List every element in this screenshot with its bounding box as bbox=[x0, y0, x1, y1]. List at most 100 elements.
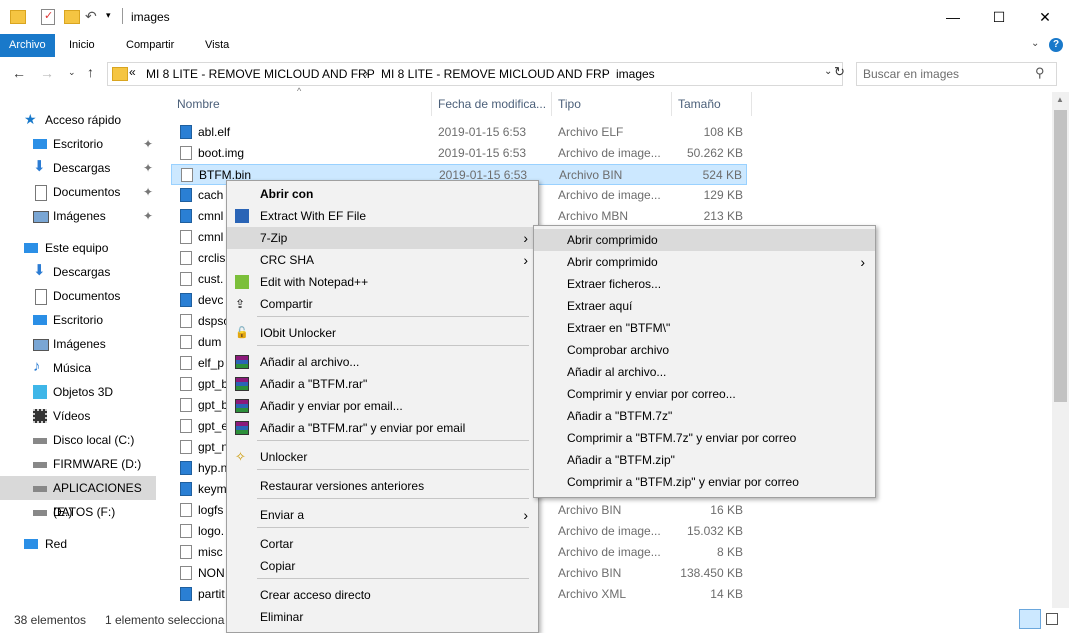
menu-item-cut[interactable]: Cortar bbox=[227, 533, 538, 555]
nav-item-documents[interactable]: Documentos ✦ bbox=[0, 180, 160, 204]
file-date: 2019-01-15 6:53 bbox=[438, 125, 527, 139]
nav-item-downloads[interactable]: ⬇ Descargas ✦ bbox=[0, 156, 160, 180]
menu-item-share[interactable]: ⇪ Compartir bbox=[227, 293, 538, 315]
tab-compartir[interactable]: Compartir bbox=[117, 34, 183, 57]
column-separator[interactable] bbox=[751, 92, 752, 116]
menu-item-send-to[interactable]: Enviar a › bbox=[227, 504, 538, 526]
menu-item-copy[interactable]: Copiar bbox=[227, 555, 538, 577]
refresh-icon[interactable]: ↻ bbox=[834, 64, 845, 80]
nav-item-3d-objects[interactable]: Objetos 3D bbox=[0, 380, 160, 404]
minimize-button[interactable]: — bbox=[930, 0, 976, 34]
nav-item-music[interactable]: ♪ Música bbox=[0, 356, 160, 380]
submenu-item[interactable]: Comprimir a "BTFM.zip" y enviar por corr… bbox=[534, 471, 875, 493]
file-row[interactable]: boot.img 2019-01-15 6:53 Archivo de image.… bbox=[171, 143, 747, 164]
submenu-item[interactable]: Abrir comprimido bbox=[534, 229, 875, 251]
back-icon[interactable]: ← bbox=[12, 65, 26, 81]
breadcrumb-item[interactable]: images bbox=[616, 67, 655, 81]
undo-icon[interactable]: ↶ bbox=[85, 8, 97, 25]
expand-ribbon-icon[interactable]: ⌄ bbox=[1031, 38, 1039, 49]
submenu-item[interactable]: Añadir a "BTFM.7z" bbox=[534, 405, 875, 427]
menu-item-delete[interactable]: Eliminar bbox=[227, 606, 538, 628]
breadcrumb-item[interactable]: MI 8 LITE - REMOVE MICLOUD AND FRP bbox=[146, 67, 375, 81]
scroll-up-icon[interactable]: ▲ bbox=[1056, 95, 1064, 104]
address-history-icon[interactable]: ⌄ bbox=[824, 66, 832, 77]
up-icon[interactable]: ↑ bbox=[87, 64, 94, 80]
submenu-item[interactable]: Comprobar archivo bbox=[534, 339, 875, 361]
breadcrumb-chevron-icon[interactable]: › bbox=[602, 68, 605, 78]
submenu-item[interactable]: Comprimir y enviar por correo... bbox=[534, 383, 875, 405]
help-icon[interactable]: ? bbox=[1049, 38, 1063, 52]
nav-item-quick-access[interactable]: ★ Acceso rápido bbox=[0, 108, 160, 132]
menu-item-add-email[interactable]: Añadir y enviar por email... bbox=[227, 395, 538, 417]
tab-inicio[interactable]: Inicio bbox=[60, 34, 104, 57]
nav-item-drive-f[interactable]: DATOS (F:) bbox=[0, 500, 160, 524]
large-icons-view-icon[interactable] bbox=[1046, 613, 1058, 625]
menu-item-add-btfm-rar-email[interactable]: Añadir a "BTFM.rar" y enviar por email bbox=[227, 417, 538, 439]
close-button[interactable]: ✕ bbox=[1022, 0, 1068, 34]
menu-item-iobit-unlocker[interactable]: 🔓 IObit Unlocker bbox=[227, 322, 538, 344]
nav-item-drive-e[interactable]: APLICACIONES (E:) bbox=[0, 476, 156, 519]
title-separator bbox=[122, 8, 123, 24]
breadcrumb-chevron-icon[interactable]: › bbox=[365, 68, 368, 78]
column-separator[interactable] bbox=[671, 92, 672, 116]
submenu-item[interactable]: Comprimir a "BTFM.7z" y enviar por corre… bbox=[534, 427, 875, 449]
column-separator[interactable] bbox=[431, 92, 432, 116]
menu-item-crc-sha[interactable]: CRC SHA › bbox=[227, 249, 538, 271]
nav-item-pc-desktop[interactable]: Escritorio bbox=[0, 308, 160, 332]
submenu-item[interactable]: Abrir comprimido › bbox=[534, 251, 875, 273]
scrollbar-thumb[interactable] bbox=[1054, 110, 1067, 402]
new-folder-icon[interactable] bbox=[64, 10, 80, 24]
tab-vista[interactable]: Vista bbox=[196, 34, 238, 57]
column-header-name[interactable]: Nombre bbox=[177, 92, 220, 116]
file-name: gpt_b bbox=[198, 377, 229, 391]
submenu-item[interactable]: Añadir al archivo... bbox=[534, 361, 875, 383]
nav-item-network[interactable]: Red bbox=[0, 532, 160, 556]
breadcrumb-item[interactable]: MI 8 LITE - REMOVE MICLOUD AND FRP bbox=[381, 67, 610, 81]
details-view-icon[interactable] bbox=[1019, 609, 1041, 629]
column-header-size[interactable]: Tamaño bbox=[678, 92, 721, 116]
submenu-item[interactable]: Extraer ficheros... bbox=[534, 273, 875, 295]
forward-icon[interactable]: → bbox=[40, 65, 54, 81]
nav-item-pc-pictures[interactable]: Imágenes bbox=[0, 332, 160, 356]
search-input[interactable]: Buscar en images ⚲ bbox=[856, 62, 1057, 86]
menu-item-add-btfm-rar[interactable]: Añadir a "BTFM.rar" bbox=[227, 373, 538, 395]
column-separator[interactable] bbox=[551, 92, 552, 116]
menu-item-create-shortcut[interactable]: Crear acceso directo bbox=[227, 584, 538, 606]
column-header-date[interactable]: Fecha de modifica... bbox=[438, 92, 546, 116]
maximize-button[interactable]: ☐ bbox=[976, 0, 1022, 34]
menu-separator bbox=[257, 578, 529, 579]
column-header-type[interactable]: Tipo bbox=[558, 92, 581, 116]
file-type: Archivo XML bbox=[558, 587, 627, 601]
submenu-item-label: Comprimir y enviar por correo... bbox=[567, 387, 736, 401]
menu-item-open-with[interactable]: Abrir con bbox=[227, 183, 538, 205]
menu-item-extract-ef[interactable]: Extract With EF File bbox=[227, 205, 538, 227]
nav-item-desktop[interactable]: Escritorio ✦ bbox=[0, 132, 160, 156]
pictures-icon bbox=[33, 339, 49, 351]
recent-locations-icon[interactable]: ⌄ bbox=[68, 67, 76, 78]
file-size: 16 KB bbox=[710, 503, 743, 517]
file-row[interactable]: abl.elf 2019-01-15 6:53 Archivo ELF 108 KB bbox=[171, 122, 747, 143]
menu-item-restore-versions[interactable]: Restaurar versiones anteriores bbox=[227, 475, 538, 497]
breadcrumb-overflow[interactable]: « bbox=[129, 65, 136, 79]
nav-item-this-pc[interactable]: Este equipo bbox=[0, 236, 160, 260]
nav-item-pc-documents[interactable]: Documentos bbox=[0, 284, 160, 308]
submenu-arrow-icon: › bbox=[860, 254, 865, 270]
customize-toolbar-icon[interactable]: ▾ bbox=[106, 10, 111, 21]
nav-item-pictures[interactable]: Imágenes ✦ bbox=[0, 204, 160, 228]
tab-archivo[interactable]: Archivo bbox=[0, 34, 55, 57]
menu-item-unlocker[interactable]: ✧ Unlocker bbox=[227, 446, 538, 468]
menu-item-add-archive[interactable]: Añadir al archivo... bbox=[227, 351, 538, 373]
nav-item-pc-downloads[interactable]: ⬇ Descargas bbox=[0, 260, 160, 284]
file-size: 8 KB bbox=[716, 545, 743, 559]
selection-count: 1 elemento selecciona bbox=[105, 613, 225, 627]
submenu-item[interactable]: Añadir a "BTFM.zip" bbox=[534, 449, 875, 471]
menu-item-notepadpp[interactable]: Edit with Notepad++ bbox=[227, 271, 538, 293]
menu-item-7zip[interactable]: 7-Zip › bbox=[227, 227, 538, 249]
properties-icon[interactable]: ✓ bbox=[41, 9, 55, 25]
file-name: cmnl bbox=[198, 230, 224, 244]
submenu-item[interactable]: Extraer aquí bbox=[534, 295, 875, 317]
nav-item-videos[interactable]: Vídeos bbox=[0, 404, 160, 428]
submenu-item[interactable]: Extraer en "BTFM\" bbox=[534, 317, 875, 339]
nav-item-drive-d[interactable]: FIRMWARE (D:) bbox=[0, 452, 160, 476]
nav-item-drive-c[interactable]: Disco local (C:) bbox=[0, 428, 160, 452]
